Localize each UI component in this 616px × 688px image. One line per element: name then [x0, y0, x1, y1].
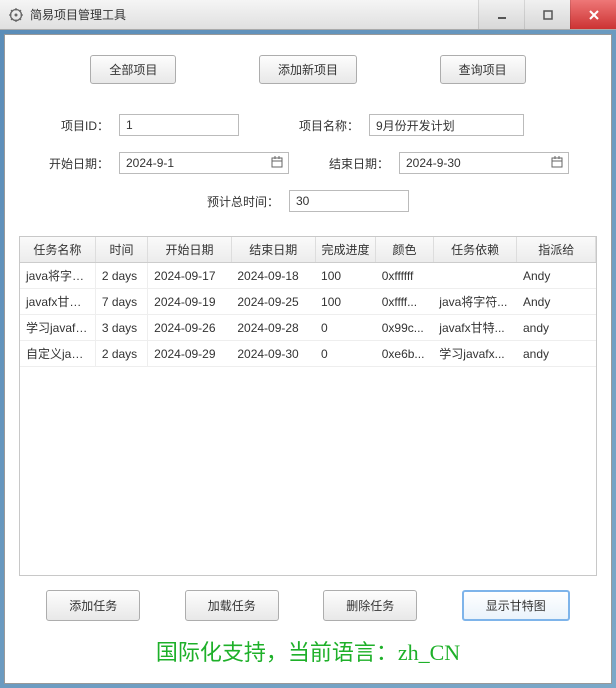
window-title: 简易项目管理工具 — [30, 6, 478, 23]
footer-text: 国际化支持，当前语言：zh_CN — [19, 625, 597, 669]
table-cell: java将字符... — [433, 289, 517, 315]
end-date-label: 结束日期： — [309, 155, 389, 172]
table-cell: 0 — [315, 315, 376, 341]
minimize-button[interactable] — [478, 0, 524, 29]
table-cell: 学习javafx... — [433, 341, 517, 367]
table-cell: Andy — [517, 289, 596, 315]
table-cell: 0xffffff — [376, 263, 434, 289]
task-table[interactable]: 任务名称时间开始日期结束日期完成进度颜色任务依赖指派给 java将字符...2 … — [19, 236, 597, 576]
column-header[interactable]: 时间 — [95, 237, 147, 263]
table-cell: 2024-09-26 — [148, 315, 232, 341]
table-cell: 100 — [315, 289, 376, 315]
add-new-project-button[interactable]: 添加新项目 — [259, 55, 357, 84]
table-cell: 2024-09-19 — [148, 289, 232, 315]
table-cell: 2024-09-25 — [231, 289, 315, 315]
project-id-label: 项目ID： — [29, 117, 109, 134]
show-gantt-button[interactable]: 显示甘特图 — [462, 590, 570, 621]
table-cell: 2024-09-28 — [231, 315, 315, 341]
top-buttons: 全部项目 添加新项目 查询项目 — [19, 49, 597, 104]
table-row[interactable]: 学习javafx...3 days2024-09-262024-09-2800x… — [20, 315, 596, 341]
delete-task-button[interactable]: 删除任务 — [323, 590, 417, 621]
start-date-input[interactable] — [119, 152, 289, 174]
table-cell: andy — [517, 315, 596, 341]
column-header[interactable]: 完成进度 — [315, 237, 376, 263]
table-cell: 0xffff... — [376, 289, 434, 315]
project-name-label: 项目名称： — [279, 117, 359, 134]
column-header[interactable]: 指派给 — [517, 237, 596, 263]
column-header[interactable]: 结束日期 — [231, 237, 315, 263]
table-cell: javafx甘特... — [433, 315, 517, 341]
table-cell: 7 days — [95, 289, 147, 315]
window-body: 全部项目 添加新项目 查询项目 项目ID： 项目名称： 开始日期： 结束日期： — [4, 34, 612, 684]
maximize-button[interactable] — [524, 0, 570, 29]
table-cell: 自定义java... — [20, 341, 95, 367]
project-name-input[interactable] — [369, 114, 524, 136]
table-cell: 0 — [315, 341, 376, 367]
table-cell: 2024-09-18 — [231, 263, 315, 289]
table-cell: 2024-09-29 — [148, 341, 232, 367]
table-cell: 2 days — [95, 341, 147, 367]
column-header[interactable]: 颜色 — [376, 237, 434, 263]
load-task-button[interactable]: 加载任务 — [185, 590, 279, 621]
est-total-input[interactable] — [289, 190, 409, 212]
table-cell: 3 days — [95, 315, 147, 341]
table-cell: javafx甘特... — [20, 289, 95, 315]
start-date-label: 开始日期： — [29, 155, 109, 172]
column-header[interactable]: 任务名称 — [20, 237, 95, 263]
table-cell: 2024-09-30 — [231, 341, 315, 367]
query-project-button[interactable]: 查询项目 — [440, 55, 526, 84]
table-cell: Andy — [517, 263, 596, 289]
end-date-input[interactable] — [399, 152, 569, 174]
table-row[interactable]: java将字符...2 days2024-09-172024-09-181000… — [20, 263, 596, 289]
table-cell: java将字符... — [20, 263, 95, 289]
table-row[interactable]: javafx甘特...7 days2024-09-192024-09-25100… — [20, 289, 596, 315]
table-cell: 2024-09-17 — [148, 263, 232, 289]
table-row[interactable]: 自定义java...2 days2024-09-292024-09-3000xe… — [20, 341, 596, 367]
bottom-buttons: 添加任务 加载任务 删除任务 显示甘特图 — [19, 576, 597, 625]
table-cell: 2 days — [95, 263, 147, 289]
table-cell: 0x99c... — [376, 315, 434, 341]
table-cell: andy — [517, 341, 596, 367]
table-cell: 学习javafx... — [20, 315, 95, 341]
add-task-button[interactable]: 添加任务 — [46, 590, 140, 621]
est-total-label: 预计总时间： — [207, 193, 279, 210]
titlebar: 简易项目管理工具 — [0, 0, 616, 30]
project-id-input[interactable] — [119, 114, 239, 136]
close-button[interactable] — [570, 0, 616, 29]
app-icon — [8, 7, 24, 23]
all-projects-button[interactable]: 全部项目 — [90, 55, 176, 84]
form-area: 项目ID： 项目名称： 开始日期： 结束日期： 预计总时间： — [19, 104, 597, 232]
table-cell — [433, 263, 517, 289]
table-cell: 0xe6b... — [376, 341, 434, 367]
column-header[interactable]: 开始日期 — [148, 237, 232, 263]
table-cell: 100 — [315, 263, 376, 289]
column-header[interactable]: 任务依赖 — [433, 237, 517, 263]
window-controls — [478, 0, 616, 29]
